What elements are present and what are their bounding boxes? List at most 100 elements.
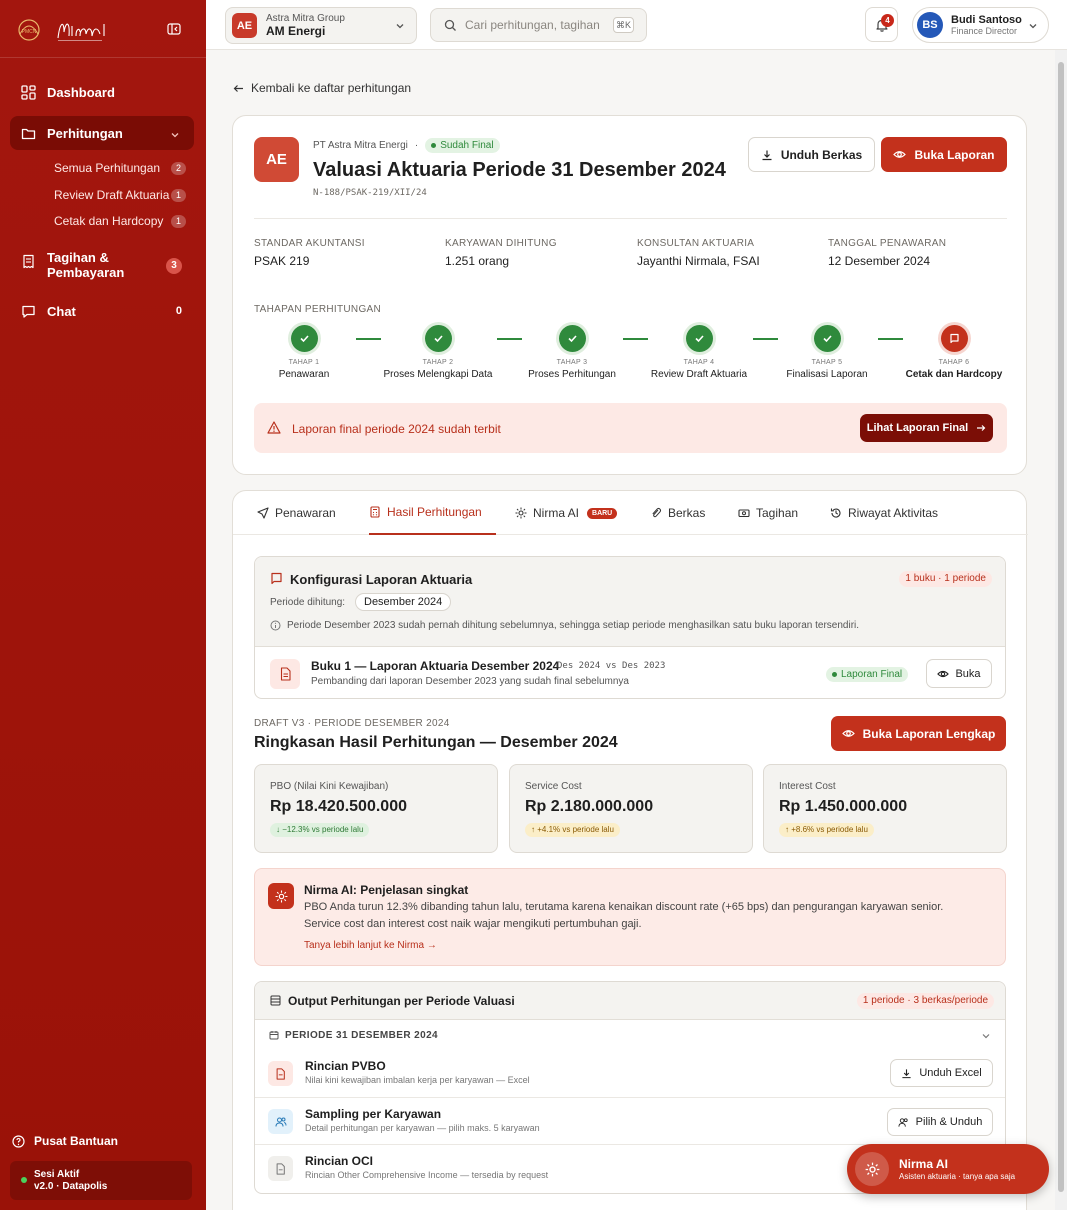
scrollbar-thumb[interactable] bbox=[1058, 62, 1064, 1192]
report-config-panel: Konfigurasi Laporan Aktuaria 1 buku · 1 … bbox=[254, 556, 1006, 699]
sidebar-item-tagihan[interactable]: Tagihan & Pembayaran 3 bbox=[10, 248, 194, 282]
sidebar-subitem-review-draft[interactable]: Review Draft Aktuaria 1 bbox=[54, 184, 194, 206]
output-row-subtitle: Nilai kini kewajiban imbalan kerja per k… bbox=[305, 1075, 530, 1085]
history-icon bbox=[830, 507, 842, 519]
tab-label: Berkas bbox=[668, 506, 706, 520]
sidebar-collapse-icon[interactable] bbox=[166, 21, 182, 37]
step-stage: TAHAP 5 bbox=[811, 359, 843, 366]
meta-offer-date: Tanggal Penawaran 12 Desember 2024 bbox=[828, 238, 1008, 268]
check-icon bbox=[558, 325, 586, 352]
button-label: Buka Laporan bbox=[914, 147, 995, 162]
sidebar-subitem-count: 1 bbox=[171, 214, 186, 228]
ai-note-line1: PBO Anda turun 12.3% dibanding tahun lal… bbox=[304, 901, 944, 913]
help-icon bbox=[12, 1134, 25, 1148]
brand-logo[interactable]: PMCN bbox=[14, 12, 144, 48]
status-dot bbox=[21, 1177, 27, 1183]
tab-riwayat-aktivitas[interactable]: Riwayat Aktivitas bbox=[830, 491, 938, 535]
sidebar-item-chat[interactable]: Chat 0 bbox=[10, 294, 194, 328]
button-label: Lihat Laporan Final bbox=[866, 422, 969, 434]
session-label: Sesi Aktif bbox=[34, 1169, 80, 1180]
chevron-down-icon bbox=[170, 128, 180, 138]
sidebar-subitem-cetak-hardcopy[interactable]: Cetak dan Hardcopy 1 bbox=[54, 210, 194, 232]
sidebar-subitem-semua-perhitungan[interactable]: Semua Perhitungan 2 bbox=[54, 157, 194, 179]
period-label: Periode dihitung: bbox=[270, 597, 346, 608]
kpi-value: Rp 2.180.000.000 bbox=[525, 798, 654, 815]
output-tag: 1 periode · 3 berkas/periode bbox=[856, 993, 994, 1009]
meta-value: Jayanthi Nirmala, FSAI bbox=[637, 254, 760, 268]
nirma-ai-assistant-button[interactable]: Nirma AI Asisten aktuaria · tanya apa sa… bbox=[847, 1144, 1049, 1194]
tab-berkas[interactable]: Berkas bbox=[650, 491, 705, 535]
period-chip[interactable]: Desember 2024 bbox=[355, 593, 452, 611]
chevron-down-icon[interactable] bbox=[981, 1031, 991, 1041]
book-icon bbox=[940, 325, 968, 352]
step-4[interactable]: TAHAP 4 Review Draft Aktuaria bbox=[639, 325, 759, 380]
output-row-subtitle: Rincian Other Comprehensive Income — ter… bbox=[305, 1170, 549, 1180]
meta-value: 12 Desember 2024 bbox=[828, 254, 931, 268]
search-input[interactable]: Cari perhitungan, tagihan bbox=[465, 18, 600, 32]
open-full-report-button[interactable]: Buka Laporan Lengkap bbox=[831, 716, 1006, 751]
tab-penawaran[interactable]: Penawaran bbox=[257, 491, 336, 535]
open-report-button[interactable]: Buka Laporan bbox=[881, 137, 1007, 172]
step-label: Review Draft Aktuaria bbox=[650, 369, 748, 380]
choose-and-download-button[interactable]: Pilih & Unduh bbox=[887, 1108, 993, 1136]
kpi-value: Rp 1.450.000.000 bbox=[779, 798, 908, 815]
sidebar-item-perhitungan[interactable]: Perhitungan bbox=[10, 116, 194, 150]
meta-label: Tanggal Penawaran bbox=[828, 238, 947, 249]
help-link[interactable]: Pusat Bantuan bbox=[12, 1134, 118, 1148]
step-1[interactable]: TAHAP 1 Penawaran bbox=[244, 325, 364, 380]
config-tag: 1 buku · 1 periode bbox=[899, 571, 992, 587]
step-6-current[interactable]: TAHAP 6 Cetak dan Hardcopy bbox=[894, 325, 1014, 380]
status-badge: Sudah Final bbox=[425, 138, 500, 153]
send-icon bbox=[257, 507, 269, 519]
sidebar-item-dashboard[interactable]: Dashboard bbox=[10, 75, 194, 109]
tab-tagihan[interactable]: Tagihan bbox=[738, 491, 798, 535]
kpi-delta: ↓ −12.3% vs periode lalu bbox=[270, 823, 370, 837]
session-status: Sesi Aktif v2.0 · Datapolis bbox=[10, 1161, 192, 1200]
eye-icon bbox=[893, 148, 907, 161]
eye-icon bbox=[841, 727, 855, 740]
summary-title: Ringkasan Hasil Perhitungan — Desember 2… bbox=[254, 734, 618, 751]
meta-label: Konsultan Aktuaria bbox=[637, 238, 755, 249]
sidebar-subitem-label: Cetak dan Hardcopy bbox=[54, 214, 164, 228]
meta-label: Karyawan Dihitung bbox=[445, 238, 557, 249]
download-files-button[interactable]: Unduh Berkas bbox=[748, 137, 875, 172]
download-excel-button[interactable]: Unduh Excel bbox=[890, 1059, 993, 1087]
ai-note-line2: Service cost dan interest cost naik waja… bbox=[304, 918, 642, 930]
sidebar-item-label: Perhitungan bbox=[47, 125, 123, 141]
step-2[interactable]: TAHAP 2 Proses Melengkapi Data bbox=[378, 325, 498, 380]
book-compare: Des 2024 vs Des 2023 bbox=[557, 661, 666, 671]
meta-employee-count: Karyawan Dihitung 1.251 orang bbox=[445, 238, 625, 268]
step-label: Penawaran bbox=[278, 369, 330, 380]
step-stage: TAHAP 1 bbox=[288, 359, 320, 366]
user-name: Budi Santoso bbox=[951, 14, 1022, 26]
sidebar-item-badge: 3 bbox=[166, 258, 182, 274]
button-label: Buka Laporan Lengkap bbox=[862, 726, 996, 741]
period-heading: PERIODE 31 DESEMBER 2024 bbox=[285, 1030, 438, 1041]
steps-title: Tahapan Perhitungan bbox=[254, 304, 382, 315]
step-3[interactable]: TAHAP 3 Proses Perhitungan bbox=[512, 325, 632, 380]
tab-nirma-ai[interactable]: Nirma AI BARU bbox=[515, 491, 618, 535]
sparkle-icon bbox=[268, 883, 294, 909]
page-title: Valuasi Aktuaria Periode 31 Desember 202… bbox=[313, 159, 726, 181]
user-menu[interactable]: BS Budi Santoso Finance Director bbox=[912, 7, 1049, 43]
users-icon bbox=[268, 1109, 293, 1134]
grid-icon bbox=[21, 84, 36, 100]
alert-text: Laporan final periode 2024 sudah terbit bbox=[292, 422, 501, 436]
avatar: BS bbox=[917, 12, 943, 38]
info-icon bbox=[270, 620, 281, 631]
ask-nirma-link[interactable]: Tanya lebih lanjut ke Nirma → bbox=[304, 940, 437, 951]
open-book-button[interactable]: Buka bbox=[926, 659, 992, 688]
output-row-title: Rincian OCI bbox=[305, 1154, 374, 1168]
user-role: Finance Director bbox=[951, 26, 1018, 36]
book-icon bbox=[270, 572, 283, 585]
step-5[interactable]: TAHAP 5 Finalisasi Laporan bbox=[767, 325, 887, 380]
step-label: Proses Perhitungan bbox=[528, 369, 616, 380]
tab-hasil-perhitungan[interactable]: Hasil Perhitungan bbox=[369, 491, 496, 535]
view-final-report-button[interactable]: Lihat Laporan Final bbox=[860, 414, 993, 442]
back-link[interactable]: Kembali ke daftar perhitungan bbox=[233, 81, 411, 95]
search-box[interactable]: Cari perhitungan, tagihan ⌘K bbox=[430, 8, 647, 42]
organization-switcher[interactable]: AE Astra Mitra Group AM Energi bbox=[225, 7, 417, 44]
receipt-icon bbox=[21, 254, 36, 269]
org-group: Astra Mitra Group bbox=[266, 13, 345, 24]
notification-button[interactable]: 4 bbox=[865, 7, 898, 42]
